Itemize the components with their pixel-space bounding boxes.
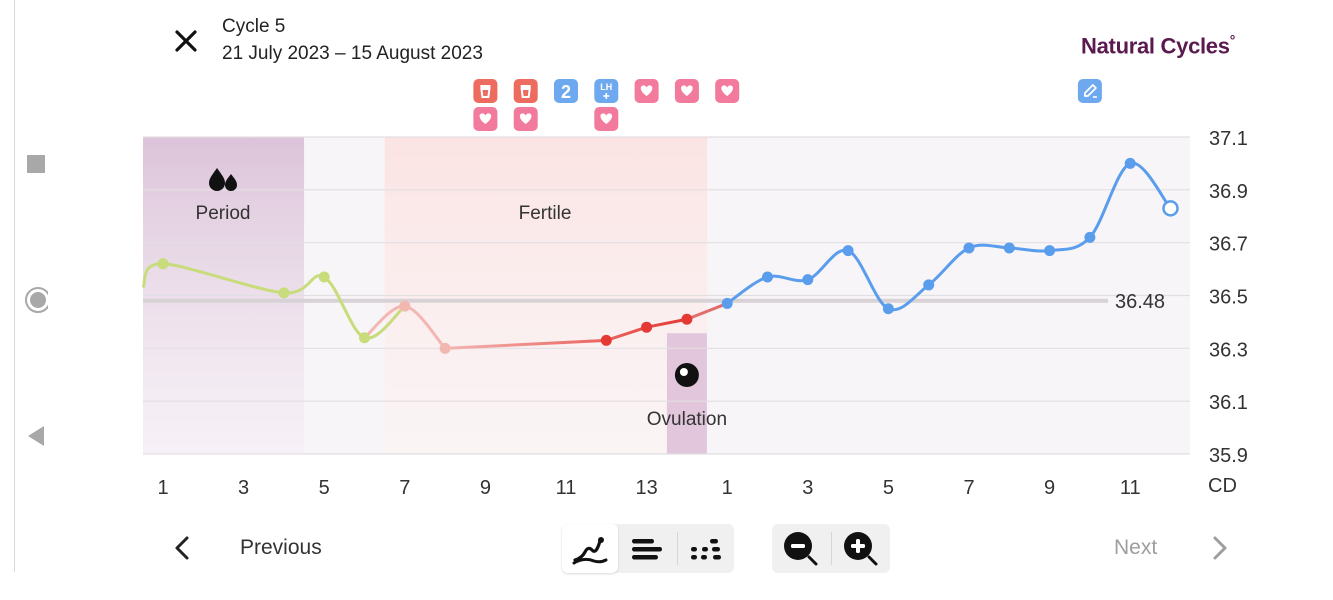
ovulation-label: Ovulation: [647, 409, 727, 430]
x-tick-label: 5: [883, 477, 894, 499]
scatter-view-icon: [691, 538, 721, 559]
heart-icon: [715, 79, 740, 103]
data-point: [439, 342, 451, 354]
x-axis-label: CD: [1208, 475, 1237, 497]
ovulation-column: [666, 333, 707, 454]
x-tick-label: 3: [238, 477, 249, 499]
y-tick-label: 37.1: [1209, 128, 1248, 150]
heart-icon: [674, 79, 699, 103]
data-point: [681, 313, 693, 325]
note-icon: [1077, 79, 1102, 103]
heart-icon: [513, 107, 538, 131]
data-point: [278, 287, 290, 299]
heart-icon: [634, 79, 659, 103]
zoom-out-button[interactable]: [772, 524, 830, 573]
x-tick-label: 9: [1044, 477, 1055, 499]
data-point: [600, 334, 612, 346]
egg-icon: [674, 363, 699, 387]
x-tick-label: 7: [963, 477, 974, 499]
graph-view-button[interactable]: [562, 524, 618, 573]
scatter-view-button[interactable]: [678, 524, 734, 573]
data-point: [721, 297, 733, 309]
data-point: [762, 271, 773, 283]
next-label: Next: [1114, 536, 1158, 559]
x-tick-label: 5: [319, 477, 330, 499]
list-view-button[interactable]: [620, 524, 676, 573]
test-shape: [480, 85, 491, 88]
chevron-left-icon: [175, 536, 189, 560]
y-tick-label: 35.9: [1209, 445, 1248, 467]
temperature-chart: 37.136.936.736.536.336.135.936.481 3 5 7 9 11…: [141, 79, 1248, 499]
graph-view-icon: [572, 536, 608, 564]
data-point: [923, 279, 935, 291]
data-point: [1044, 245, 1056, 257]
data-point: [882, 303, 894, 315]
fertile-label: Fertile: [519, 203, 572, 224]
zoom-in-button[interactable]: [832, 524, 890, 573]
lh-test-icon: LH: [594, 79, 619, 103]
test-shape: [520, 85, 531, 88]
x-tick-label: 1: [157, 477, 168, 499]
data-point: [1084, 231, 1096, 243]
cover-line-value: 36.48: [1115, 291, 1165, 313]
bottom-toolbar: Previous Next: [0, 520, 1333, 576]
badge-bg: [1077, 79, 1102, 103]
test-icon: [473, 79, 498, 103]
data-point: [399, 300, 411, 312]
y-tick-label: 36.1: [1209, 392, 1248, 414]
test-icon: [513, 79, 538, 103]
x-tick-label: 11: [1120, 477, 1141, 499]
x-tick-label: 1: [722, 477, 733, 499]
number-badge: 2: [554, 79, 578, 103]
x-tick-label: 7: [399, 477, 410, 499]
data-point: [359, 332, 370, 344]
badge-bg: [513, 79, 538, 103]
zoom-in-icon: [844, 531, 878, 565]
badge-lh: LH: [600, 82, 612, 92]
zoom-controls: [772, 524, 890, 573]
y-tick-label: 36.3: [1209, 339, 1248, 361]
heart-icon: [473, 107, 498, 131]
y-tick-label: 36.9: [1209, 181, 1248, 203]
data-point: [1124, 157, 1136, 169]
previous-cycle-button[interactable]: [168, 532, 198, 564]
x-tick-label: 13: [635, 477, 657, 499]
list-view-icon: [632, 538, 662, 559]
data-point: [157, 258, 169, 270]
view-mode-switch: [562, 524, 734, 573]
y-tick-label: 36.5: [1209, 287, 1248, 309]
next-cycle-button: [1206, 532, 1236, 564]
data-point: [641, 321, 653, 333]
badge-number: 2: [561, 82, 571, 102]
x-tick-label: 3: [802, 477, 813, 499]
x-tick-label: 11: [556, 477, 577, 499]
data-point: [842, 245, 854, 257]
period-label: Period: [196, 203, 251, 224]
y-tick-label: 36.7: [1209, 234, 1248, 256]
data-point: [1003, 242, 1015, 254]
heart-icon: [594, 107, 619, 131]
x-tick-label: 9: [480, 477, 491, 499]
data-point: [963, 242, 975, 254]
previous-label[interactable]: Previous: [240, 536, 322, 560]
data-point-today: [1162, 200, 1179, 217]
badge-bg: [473, 79, 498, 103]
egg-highlight: [679, 368, 688, 376]
zoom-out-icon: [784, 531, 818, 565]
data-point: [318, 271, 330, 283]
data-point: [802, 274, 814, 286]
chevron-right-icon: [1213, 536, 1227, 560]
